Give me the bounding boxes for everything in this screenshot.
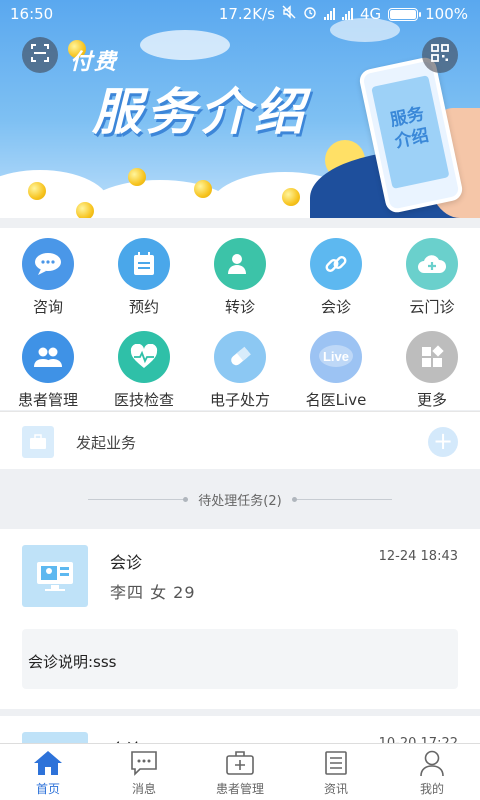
more-grid-icon <box>406 331 458 383</box>
promo-banner[interactable]: 服务 介绍 付费 服务介绍 <box>0 0 480 218</box>
home-icon <box>0 748 96 778</box>
profile-icon <box>384 748 480 778</box>
service-medical-exam[interactable]: 医技检查 <box>96 331 192 410</box>
qr-code-button[interactable] <box>422 37 458 73</box>
nav-label: 消息 <box>131 782 156 796</box>
scan-button[interactable] <box>22 37 58 73</box>
message-icon <box>96 748 192 778</box>
signal-icon-2 <box>341 8 353 20</box>
service-label: 更多 <box>416 391 447 409</box>
bottom-navigation: 首页 消息 患者管理 资讯 我的 <box>0 743 480 800</box>
chat-bubble-icon <box>22 238 74 290</box>
service-label: 患者管理 <box>17 391 78 409</box>
pending-tasks-label: 待处理任务(2) <box>198 493 282 509</box>
transfer-user-icon <box>214 238 266 290</box>
service-label: 医技检查 <box>113 391 174 409</box>
service-more[interactable]: 更多 <box>384 331 480 410</box>
task-card[interactable]: 会诊 10-20 17:22 <box>0 716 480 746</box>
task-note: 会诊说明:sss <box>22 629 458 689</box>
mute-icon <box>282 5 296 23</box>
live-icon: Live <box>310 331 362 383</box>
carousel-indicator <box>237 198 243 204</box>
service-cloud-clinic[interactable]: 云门诊 <box>384 238 480 317</box>
status-time: 16:50 <box>10 5 54 23</box>
nav-profile[interactable]: 我的 <box>384 744 480 800</box>
service-label: 名医Live <box>305 391 367 409</box>
service-doctor-live[interactable]: Live 名医Live <box>288 331 384 410</box>
scan-icon <box>30 43 50 67</box>
pending-tasks-header: 待处理任务(2) <box>0 470 480 528</box>
service-consult[interactable]: 咨询 <box>0 238 96 317</box>
heart-pulse-icon <box>118 331 170 383</box>
status-bar: 16:50 17.2K/s 4G 100% <box>0 0 480 28</box>
nav-patient-management[interactable]: 患者管理 <box>192 744 288 800</box>
service-label: 咨询 <box>32 298 63 316</box>
service-grid: 咨询 预约 转诊 会诊 云门诊 患者管理 医技检查 电子处方 Live 名医Li… <box>0 228 480 410</box>
network-type: 4G <box>359 5 382 23</box>
nav-label: 患者管理 <box>215 782 264 796</box>
nav-home[interactable]: 首页 <box>0 744 96 800</box>
service-appointment[interactable]: 预约 <box>96 238 192 317</box>
link-icon <box>310 238 362 290</box>
pill-icon <box>214 331 266 383</box>
news-icon <box>288 748 384 778</box>
network-speed: 17.2K/s <box>218 5 275 23</box>
briefcase-icon <box>22 426 54 458</box>
signal-icon <box>323 8 335 20</box>
alarm-icon <box>303 5 317 23</box>
service-patient-management[interactable]: 患者管理 <box>0 331 96 410</box>
nav-label: 资讯 <box>323 782 348 796</box>
battery-level: 100% <box>425 5 468 23</box>
service-e-prescription[interactable]: 电子处方 <box>192 331 288 410</box>
service-label: 转诊 <box>224 298 255 316</box>
qr-code-icon <box>430 43 450 67</box>
task-title: 会诊 <box>110 553 143 572</box>
service-consultation[interactable]: 会诊 <box>288 238 384 317</box>
initiate-business-label: 发起业务 <box>76 434 137 452</box>
service-label: 会诊 <box>320 298 351 316</box>
initiate-business-row[interactable]: 发起业务 + <box>0 411 480 469</box>
service-referral[interactable]: 转诊 <box>192 238 288 317</box>
service-label: 云门诊 <box>409 298 455 316</box>
nav-news[interactable]: 资讯 <box>288 744 384 800</box>
add-business-button[interactable]: + <box>428 427 458 457</box>
task-patient-info: 李四 女 29 <box>110 583 196 602</box>
svg-text:Live: Live <box>323 349 349 364</box>
cloud-plus-icon <box>406 238 458 290</box>
nav-label: 我的 <box>419 782 444 796</box>
nav-messages[interactable]: 消息 <box>96 744 192 800</box>
battery-icon <box>388 7 422 21</box>
nav-label: 首页 <box>35 782 60 796</box>
task-time: 12-24 18:43 <box>378 549 458 564</box>
calendar-icon <box>118 238 170 290</box>
medical-kit-icon <box>192 748 288 778</box>
task-card[interactable]: 会诊 12-24 18:43 李四 女 29 会诊说明:sss <box>0 529 480 709</box>
banner-title: 服务介绍 <box>92 83 308 141</box>
patients-icon <box>22 331 74 383</box>
video-consult-icon <box>22 545 88 607</box>
service-label: 电子处方 <box>209 391 270 409</box>
service-label: 预约 <box>128 298 159 316</box>
